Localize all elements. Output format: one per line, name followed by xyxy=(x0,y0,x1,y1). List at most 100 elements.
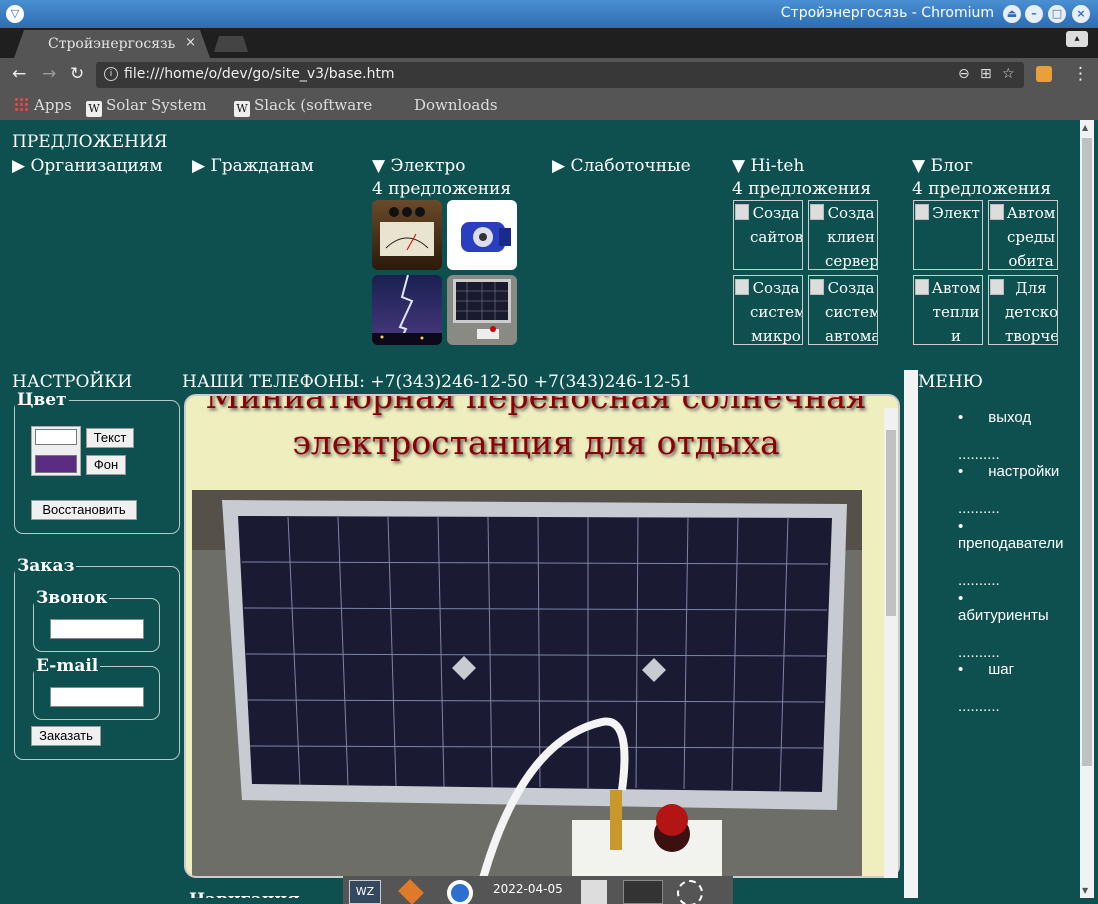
offer-thumb-meter[interactable] xyxy=(372,200,442,270)
offer-thumb-solar[interactable] xyxy=(447,275,517,345)
forward-icon[interactable]: → xyxy=(42,64,56,84)
offer-group-lowcurrent[interactable]: ▶ Слаботочные xyxy=(552,156,691,176)
bookmark-downloads[interactable]: Downloads xyxy=(414,96,498,114)
offer-thumb-lightning[interactable] xyxy=(372,275,442,345)
new-tab-button[interactable] xyxy=(214,36,248,52)
page-content: ПРЕДЛОЖЕНИЯ ▶ Организациям ▶ Гражданам ▼… xyxy=(0,120,1080,898)
page-scrollbar[interactable]: ▲ ▼ xyxy=(1080,120,1094,898)
offer-group-electro[interactable]: ▼ Электро xyxy=(372,156,466,176)
offer-image[interactable]: Созда сайтов xyxy=(733,200,803,270)
offer-image[interactable]: Созда клиен сервер xyxy=(808,200,878,270)
wz-icon[interactable]: WZ xyxy=(349,880,381,904)
menu-scrollbar[interactable] xyxy=(904,370,918,898)
article-title: Миниатюрная переносная солнечная электро… xyxy=(205,394,867,462)
menu-separator: .......... xyxy=(958,446,1000,463)
browser-window: ▽ Стройэнергосязь - Chromium ⏏ – □ × Стр… xyxy=(0,0,1098,904)
menu-separator: .......... xyxy=(958,572,1000,589)
tab-active[interactable]: Стройэнергосязь × xyxy=(14,30,210,58)
broken-image-icon xyxy=(990,204,1004,220)
shade-icon[interactable]: ⏏ xyxy=(1003,5,1021,23)
menu-item-settings[interactable]: • настройки xyxy=(958,463,1059,480)
url-text: file:///home/o/dev/go/site_v3/base.htm xyxy=(124,66,395,82)
tab-close-icon[interactable]: × xyxy=(185,35,196,50)
wikipedia-icon: W xyxy=(86,101,102,117)
profile-icon[interactable]: ▴ xyxy=(1066,31,1088,47)
back-icon[interactable]: ← xyxy=(12,64,26,84)
reload-icon[interactable]: ↻ xyxy=(70,64,84,84)
phone-input[interactable] xyxy=(50,619,144,639)
article-frame[interactable]: Миниатюрная переносная солнечная электро… xyxy=(184,394,900,878)
phones-heading: НАШИ ТЕЛЕФОНЫ: +7(343)246-12-50 +7(343)2… xyxy=(182,372,692,392)
offers-heading: ПРЕДЛОЖЕНИЯ xyxy=(12,132,168,152)
wikipedia-icon: W xyxy=(234,101,250,117)
offer-image[interactable]: Элект xyxy=(913,200,983,270)
bookmark-solar-system[interactable]: W Solar System - xyxy=(86,96,212,117)
minimize-button[interactable]: – xyxy=(1025,5,1043,23)
menu-separator: .......... xyxy=(958,698,1000,715)
menu-item-teachers[interactable]: • преподаватели xyxy=(958,518,1064,552)
offer-image[interactable]: Автом тепли и xyxy=(913,275,983,345)
bookmark-apps[interactable]: Apps xyxy=(14,96,72,114)
order-button[interactable]: Заказать xyxy=(31,726,101,746)
offer-image[interactable]: Созда систем автома xyxy=(808,275,878,345)
camera-icon[interactable] xyxy=(623,880,663,904)
menu-separator: .......... xyxy=(958,644,1000,661)
broken-image-icon xyxy=(810,279,824,295)
offer-count: 4 предложения xyxy=(732,179,872,199)
menu-item-logout[interactable]: • выход xyxy=(958,409,1031,426)
article-scrollbar[interactable] xyxy=(884,408,898,878)
menu-dots-icon[interactable]: ⋮ xyxy=(1072,64,1089,84)
close-button[interactable]: × xyxy=(1072,5,1090,23)
offer-count: 4 предложения xyxy=(912,179,1052,199)
nav-legend: Навигация xyxy=(187,890,302,898)
tab-strip: Стройэнергосязь × ▴ xyxy=(0,28,1098,58)
money-icon[interactable] xyxy=(398,879,424,904)
maximize-button[interactable]: □ xyxy=(1048,5,1066,23)
offer-group-organizations[interactable]: ▶ Организациям xyxy=(12,156,163,176)
broken-image-icon xyxy=(810,204,824,220)
settings-heading: НАСТРОЙКИ xyxy=(12,372,133,392)
tab-title: Стройэнергосязь xyxy=(48,36,176,52)
broken-image-icon xyxy=(990,279,1004,295)
search-app-icon[interactable] xyxy=(447,880,473,904)
translate-icon[interactable]: ⊞ xyxy=(980,66,992,82)
document-icon[interactable] xyxy=(581,880,607,904)
offer-thumb-plug[interactable] xyxy=(447,200,517,270)
broken-image-icon xyxy=(915,279,929,295)
window-title: Стройэнергосязь - Chromium xyxy=(780,5,994,21)
restore-button[interactable]: Восстановить xyxy=(31,500,137,520)
offer-group-citizens[interactable]: ▶ Гражданам xyxy=(192,156,314,176)
bg-color-button[interactable]: Фон xyxy=(86,455,126,475)
offer-image[interactable]: Для детско творче xyxy=(988,275,1058,345)
window-menu-icon[interactable]: ▽ xyxy=(6,5,24,23)
apps-grid-icon xyxy=(14,97,28,111)
star-icon[interactable]: ☆ xyxy=(1002,66,1015,82)
clock-icon[interactable] xyxy=(677,880,703,904)
address-bar[interactable]: i file:///home/o/dev/go/site_v3/base.htm… xyxy=(96,62,1024,88)
email-legend: E-mail xyxy=(36,656,99,676)
text-color-swatch[interactable] xyxy=(35,429,77,445)
menu-heading: МЕНЮ xyxy=(918,372,983,392)
color-legend: Цвет xyxy=(17,390,67,410)
taskbar-date: 2022-04-05 xyxy=(493,882,563,896)
broken-image-icon xyxy=(915,204,929,220)
offer-group-hiteh[interactable]: ▼ Hi-teh xyxy=(732,156,804,176)
info-icon[interactable]: i xyxy=(104,67,118,81)
zoom-icon[interactable]: ⊖ xyxy=(958,66,970,82)
bg-color-swatch[interactable] xyxy=(35,455,77,473)
menu-separator: .......... xyxy=(958,500,1000,517)
broken-image-icon xyxy=(735,204,749,220)
title-bar: ▽ Стройэнергосязь - Chromium ⏏ – □ × xyxy=(0,0,1098,28)
offer-image[interactable]: Созда систем микро xyxy=(733,275,803,345)
offer-group-blog[interactable]: ▼ Блог xyxy=(912,156,973,176)
menu-item-step[interactable]: • шаг xyxy=(958,661,1014,678)
menu-item-applicants[interactable]: • абитуриенты xyxy=(958,590,1049,624)
email-input[interactable] xyxy=(50,687,144,707)
text-color-button[interactable]: Текст xyxy=(86,428,134,448)
toolbar: ← → ↻ i file:///home/o/dev/go/site_v3/ba… xyxy=(0,58,1098,92)
extension-icon[interactable] xyxy=(1036,66,1052,82)
offer-image[interactable]: Автом среды обита xyxy=(988,200,1058,270)
bookmark-slack[interactable]: W Slack (software xyxy=(234,96,384,117)
offer-count: 4 предложения xyxy=(372,179,512,199)
order-legend: Заказ xyxy=(17,556,75,576)
